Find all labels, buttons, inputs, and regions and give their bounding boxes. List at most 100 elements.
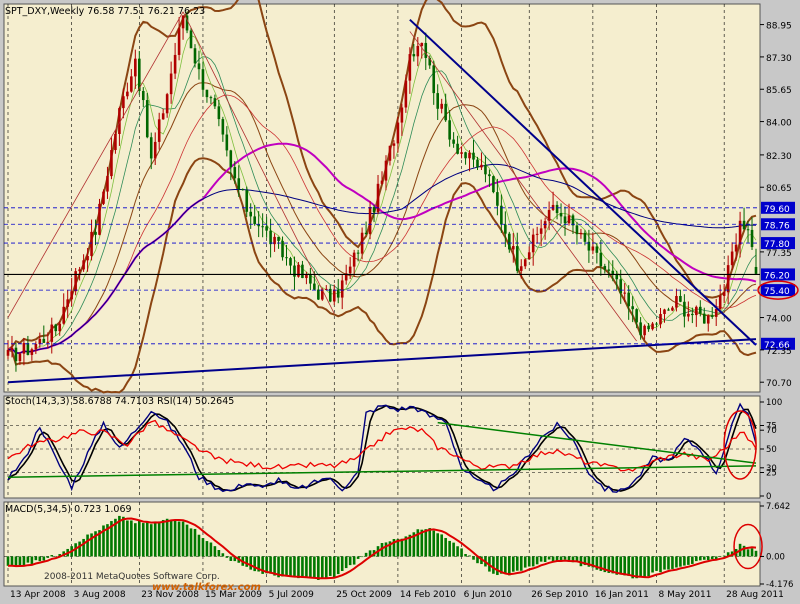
macd-bar bbox=[519, 556, 523, 571]
candle-body bbox=[217, 106, 221, 120]
candle-body bbox=[663, 309, 666, 314]
macd-bar bbox=[26, 556, 30, 563]
macd-bar bbox=[34, 556, 38, 561]
candle-body bbox=[193, 48, 197, 64]
macd-bar bbox=[722, 555, 726, 557]
macd-bar bbox=[245, 556, 249, 567]
macd-bar bbox=[130, 520, 133, 557]
macd-bar bbox=[468, 555, 471, 557]
macd-bar bbox=[691, 556, 694, 564]
candle-body bbox=[599, 252, 603, 267]
macd-bar bbox=[165, 518, 169, 557]
level-tag-label: 75.40 bbox=[764, 287, 790, 297]
candle-body bbox=[368, 207, 372, 235]
y-tick-label: 70 bbox=[766, 426, 777, 436]
candle-body bbox=[62, 306, 66, 324]
macd-bar bbox=[149, 524, 153, 557]
macd-bar bbox=[54, 555, 58, 557]
candle-body bbox=[392, 143, 396, 146]
macd-bar bbox=[531, 556, 535, 567]
candle-body bbox=[82, 260, 85, 270]
candle-body bbox=[555, 204, 559, 214]
candle-body bbox=[46, 341, 50, 343]
macd-bar bbox=[289, 556, 292, 576]
candle-body bbox=[583, 232, 587, 242]
candle-body bbox=[607, 269, 611, 271]
candle-body bbox=[492, 176, 495, 193]
candle-body bbox=[14, 347, 18, 362]
macd-bar bbox=[344, 556, 348, 569]
x-tick-label: 14 Feb 2010 bbox=[400, 590, 456, 600]
macd-bar bbox=[225, 556, 229, 558]
macd-bar bbox=[504, 556, 507, 574]
candle-body bbox=[408, 54, 412, 81]
macd-bar bbox=[126, 520, 129, 557]
candle-body bbox=[229, 150, 233, 168]
macd-bar bbox=[201, 538, 205, 557]
macd-bar bbox=[539, 556, 543, 562]
candle-body bbox=[181, 15, 185, 29]
macd-bar bbox=[659, 556, 662, 573]
candle-body bbox=[348, 266, 352, 274]
macd-bar bbox=[496, 556, 499, 576]
candle-body bbox=[432, 65, 436, 94]
macd-bar bbox=[185, 524, 189, 557]
macd-bar bbox=[6, 556, 10, 566]
x-tick-label: 5 Jul 2009 bbox=[269, 590, 314, 600]
candle-body bbox=[396, 122, 400, 144]
macd-bar bbox=[508, 556, 511, 576]
candle-body bbox=[281, 240, 284, 258]
macd-bar bbox=[639, 556, 642, 577]
candle-body bbox=[706, 315, 710, 324]
macd-bar bbox=[82, 538, 85, 557]
x-tick-label: 26 Sep 2010 bbox=[531, 590, 588, 600]
candle-body bbox=[675, 295, 678, 308]
macd-bar bbox=[547, 556, 551, 560]
candle-body bbox=[233, 167, 237, 179]
candle-body bbox=[241, 189, 245, 191]
macd-bar bbox=[42, 556, 46, 561]
macd-bar bbox=[193, 528, 197, 557]
macd-bar bbox=[655, 556, 658, 571]
macd-bar bbox=[313, 556, 316, 579]
candle-body bbox=[165, 94, 169, 114]
candle-body bbox=[643, 325, 646, 336]
macd-bar bbox=[134, 523, 137, 557]
candle-body bbox=[94, 231, 97, 235]
macd-bar bbox=[356, 556, 360, 559]
macd-bar bbox=[687, 556, 690, 565]
macd-bar bbox=[153, 521, 157, 557]
candle-body bbox=[559, 213, 563, 217]
candle-body bbox=[98, 203, 101, 235]
x-tick-label: 3 Aug 2008 bbox=[74, 590, 126, 600]
macd-bar bbox=[30, 556, 34, 564]
y-tick-label: -4.176 bbox=[766, 580, 793, 590]
chart-canvas: 13 Apr 2008 3 Aug 2008 23 Nov 2008 15 Mar 2… bbox=[3, 0, 799, 600]
candle-body bbox=[563, 216, 567, 224]
candle-body bbox=[420, 42, 424, 46]
macd-bar bbox=[511, 556, 515, 572]
y-tick-label: 82.30 bbox=[766, 152, 792, 162]
candle-body bbox=[635, 309, 638, 323]
macd-bar bbox=[754, 550, 758, 557]
candle-body bbox=[655, 323, 658, 325]
candle-body bbox=[269, 230, 272, 245]
y-tick-label: 88.95 bbox=[766, 22, 792, 32]
candle-body bbox=[340, 280, 344, 298]
candle-body bbox=[261, 226, 264, 228]
macd-bar bbox=[328, 556, 332, 576]
candle-body bbox=[177, 28, 181, 55]
candle-body bbox=[189, 30, 193, 49]
macd-bar bbox=[137, 521, 141, 557]
candle-body bbox=[400, 107, 404, 123]
candle-body bbox=[332, 289, 336, 302]
macd-bar bbox=[647, 556, 650, 577]
candle-body bbox=[460, 152, 463, 154]
y-tick-label: 85.65 bbox=[766, 86, 792, 96]
macd-bar bbox=[436, 533, 440, 557]
candle-body bbox=[683, 301, 686, 317]
macd-bar bbox=[86, 534, 89, 557]
candle-body bbox=[122, 96, 125, 109]
candle-body bbox=[209, 97, 213, 99]
candle-body bbox=[245, 190, 249, 212]
